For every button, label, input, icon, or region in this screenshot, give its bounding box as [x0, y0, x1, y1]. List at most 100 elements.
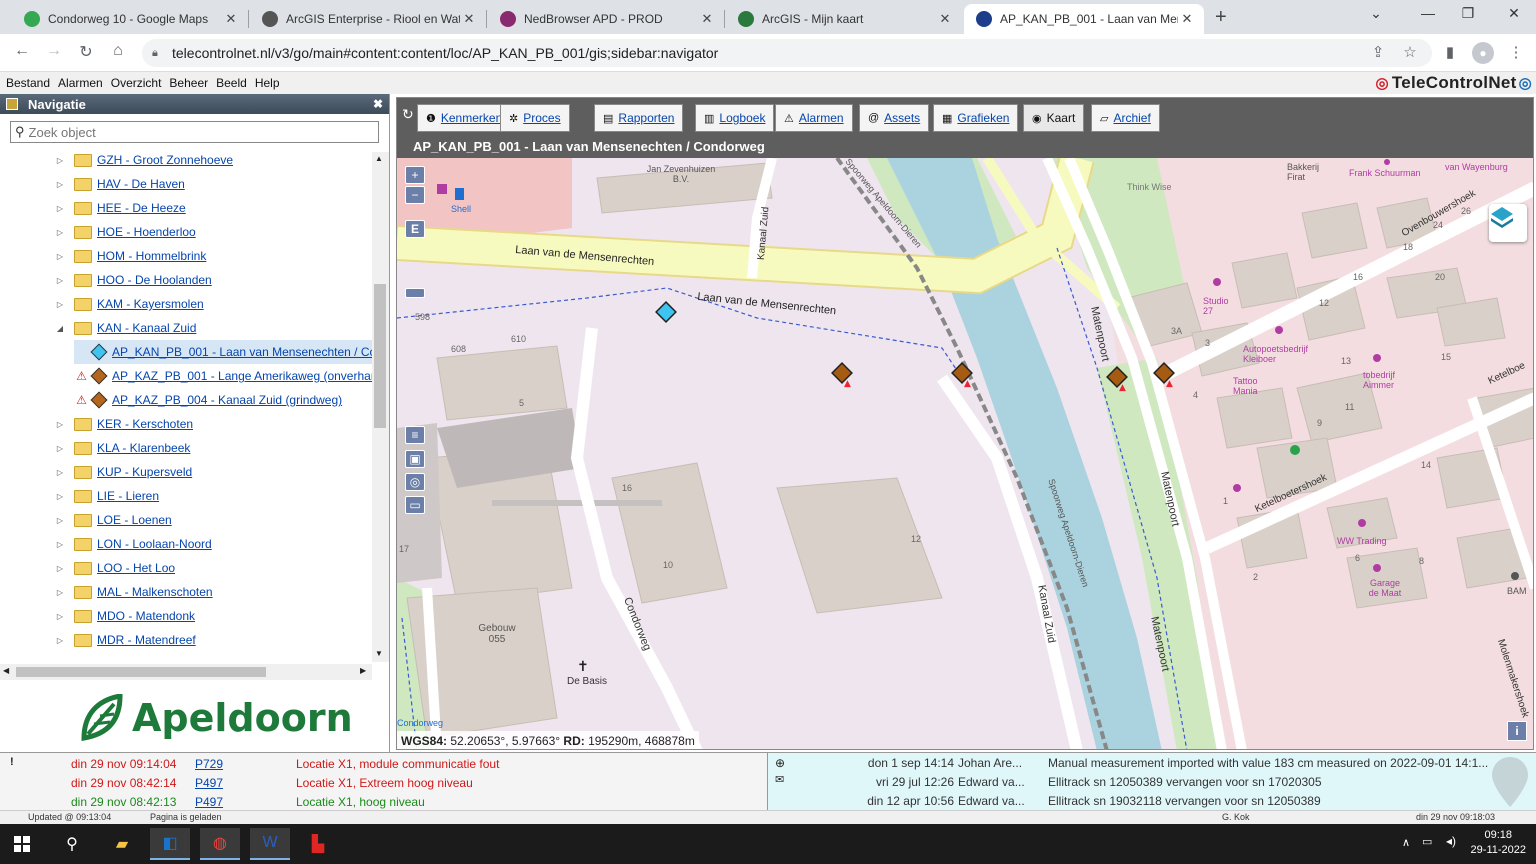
close-window-icon[interactable]: ✕	[1504, 5, 1524, 22]
zoom-in-button[interactable]: +	[405, 166, 425, 184]
tree-node[interactable]: ▷ GZH - Groot Zonnehoeve	[54, 148, 233, 172]
tree-node-label[interactable]: AP_KAZ_PB_001 - Lange Amerikaweg (onverh…	[112, 369, 372, 383]
expand-arrow-icon[interactable]: ▷	[54, 636, 66, 645]
file-explorer-icon[interactable]: ▰	[102, 828, 142, 860]
expand-arrow-icon[interactable]: ▷	[54, 228, 66, 237]
network-icon[interactable]: ▭	[1422, 835, 1432, 848]
minimize-icon[interactable]: —	[1418, 5, 1438, 21]
hscroll-thumb[interactable]	[16, 667, 266, 677]
search-icon[interactable]: ⚲	[52, 828, 92, 860]
expand-arrow-icon[interactable]: ▷	[54, 468, 66, 477]
close-tab-icon[interactable]: ✕	[222, 11, 240, 27]
scroll-left-icon[interactable]: ◀	[3, 666, 9, 675]
map-canvas[interactable]: ▲ ▲ ▲ ▲	[397, 158, 1534, 750]
tree-node-label[interactable]: HOO - De Hoolanden	[97, 273, 212, 287]
tree-node[interactable]: ▷ HOO - De Hoolanden	[54, 268, 212, 292]
tree-node-label[interactable]: HOM - Hommelbrink	[97, 249, 206, 263]
chrome-icon[interactable]: ◍	[200, 828, 240, 860]
alarm-point-link[interactable]: P729	[195, 757, 223, 771]
tree-node[interactable]: ▷ LOE - Loenen	[54, 508, 172, 532]
close-tab-icon[interactable]: ✕	[698, 11, 716, 27]
expand-arrow-icon[interactable]: ▷	[54, 564, 66, 573]
expand-arrow-icon[interactable]: ▷	[54, 156, 66, 165]
side-panel-icon[interactable]: ▮	[1440, 43, 1460, 61]
zoom-slider[interactable]	[405, 288, 425, 298]
tree-node-label[interactable]: MDO - Matendonk	[97, 609, 195, 623]
tab-rapporten[interactable]: ▤ Rapporten	[594, 104, 684, 132]
tab-logboek[interactable]: ▥ Logboek	[695, 104, 775, 132]
tree-node[interactable]: ▷ MDR - Matendreef	[54, 628, 196, 652]
tree-node[interactable]: ▷ MAL - Malkenschoten	[54, 580, 213, 604]
extent-button[interactable]: E	[405, 220, 425, 238]
tray-chevron-icon[interactable]: ∧	[1402, 836, 1410, 849]
forward-icon[interactable]: →	[44, 42, 64, 60]
tree-node-label[interactable]: KAN - Kanaal Zuid	[97, 321, 196, 335]
layers-button[interactable]	[1489, 204, 1527, 242]
expand-arrow-icon[interactable]: ▷	[54, 276, 66, 285]
menu-bestand[interactable]: Bestand	[6, 76, 50, 90]
tree-node[interactable]: ▷ LIE - Lieren	[54, 484, 159, 508]
tab-alarmen[interactable]: ⚠ Alarmen	[775, 104, 853, 132]
close-tab-icon[interactable]: ✕	[460, 11, 478, 27]
tab-kenmerken[interactable]: ❶ Kenmerken	[417, 104, 512, 132]
reload-icon[interactable]: ↻	[76, 42, 96, 62]
expand-arrow-icon[interactable]: ▷	[54, 252, 66, 261]
maximize-icon[interactable]: ❐	[1458, 5, 1478, 22]
alarm-row[interactable]: din 29 nov 08:42:13 P497 Locatie X1, hoog …	[0, 792, 767, 811]
scroll-thumb[interactable]	[374, 284, 386, 428]
tree-node-label[interactable]: HEE - De Heeze	[97, 201, 186, 215]
close-tab-icon[interactable]: ✕	[936, 11, 954, 27]
tab-grafieken[interactable]: ▦ Grafieken	[933, 104, 1019, 132]
expand-arrow-icon[interactable]: ▷	[54, 492, 66, 501]
tree-node[interactable]: ▷ MDO - Matendonk	[54, 604, 195, 628]
tree-node[interactable]: ▷ KLA - Klarenbeek	[54, 436, 190, 460]
expand-arrow-icon[interactable]: ▷	[54, 588, 66, 597]
menu-alarmen[interactable]: Alarmen	[58, 76, 103, 90]
scroll-right-icon[interactable]: ▶	[360, 666, 366, 675]
browser-tab[interactable]: NedBrowser APD - PROD ✕	[488, 4, 724, 34]
tree-node[interactable]: ⚠ AP_KAZ_PB_001 - Lange Amerikaweg (onver…	[74, 364, 372, 388]
expand-arrow-icon[interactable]: ▷	[54, 204, 66, 213]
tree-node-label[interactable]: KAM - Kayersmolen	[97, 297, 204, 311]
tab-kaart[interactable]: ◉ Kaart	[1023, 104, 1085, 132]
tree-node[interactable]: ▷ LON - Loolaan-Noord	[54, 532, 212, 556]
browser-tab[interactable]: ArcGIS Enterprise - Riool en Wate ✕	[250, 4, 486, 34]
expand-arrow-icon[interactable]: ▷	[54, 300, 66, 309]
taskbar-clock[interactable]: 09:18 29-11-2022	[1471, 828, 1526, 858]
browser-tab[interactable]: AP_KAN_PB_001 - Laan van Mens ✕	[964, 4, 1204, 34]
close-tab-icon[interactable]: ✕	[1178, 11, 1196, 27]
back-icon[interactable]: ←	[12, 42, 32, 60]
tree-node[interactable]: ⚠ AP_KAZ_PB_004 - Kanaal Zuid (grindweg)	[74, 388, 342, 412]
tree-node-label[interactable]: KER - Kerschoten	[97, 417, 193, 431]
event-row[interactable]: vri 29 jul 12:26 Edward va... Ellitrack sn…	[768, 775, 1536, 794]
tree-vertical-scrollbar[interactable]: ▲ ▼	[372, 152, 389, 662]
tree-node[interactable]: ▷ HOM - Hommelbrink	[54, 244, 206, 268]
filter-icon[interactable]: ≡	[405, 426, 425, 444]
tree-node[interactable]: ▷ KER - Kerschoten	[54, 412, 193, 436]
tree-node-label[interactable]: HOE - Hoenderloo	[97, 225, 196, 239]
collapse-arrow-icon[interactable]: ◢	[54, 324, 66, 333]
expand-arrow-icon[interactable]: ▷	[54, 444, 66, 453]
tree-node-label[interactable]: KUP - Kupersveld	[97, 465, 192, 479]
refresh-icon[interactable]: ↻	[402, 106, 414, 123]
tree-node[interactable]: ▷ LOO - Het Loo	[54, 556, 175, 580]
tree-node-label[interactable]: KLA - Klarenbeek	[97, 441, 190, 455]
tree-node[interactable]: ▷ KAM - Kayersmolen	[54, 292, 204, 316]
menu-beheer[interactable]: Beheer	[169, 76, 208, 90]
alarm-point-link[interactable]: P497	[195, 795, 223, 809]
bookmark-star-icon[interactable]: ☆	[1400, 43, 1420, 61]
expand-arrow-icon[interactable]: ▷	[54, 180, 66, 189]
tree-node-label[interactable]: LIE - Lieren	[97, 489, 159, 503]
scroll-up-icon[interactable]: ▲	[375, 154, 383, 163]
tree-node[interactable]: ▷ HAV - De Haven	[54, 172, 185, 196]
expand-arrow-icon[interactable]: ▷	[54, 612, 66, 621]
volume-icon[interactable]: ◂)	[1446, 834, 1456, 848]
alarm-row[interactable]: din 29 nov 08:42:14 P497 Locatie X1, Extre…	[0, 773, 767, 792]
comment-icon[interactable]: ▭	[405, 496, 425, 514]
tab-archief[interactable]: ▱ Archief	[1091, 104, 1160, 132]
zoom-out-button[interactable]: −	[405, 186, 425, 204]
tree-node[interactable]: ▷ HOE - Hoenderloo	[54, 220, 196, 244]
tree-node-label[interactable]: MDR - Matendreef	[97, 633, 196, 647]
tree-node-label[interactable]: LOE - Loenen	[97, 513, 172, 527]
browser-tab[interactable]: ArcGIS - Mijn kaart ✕	[726, 4, 962, 34]
